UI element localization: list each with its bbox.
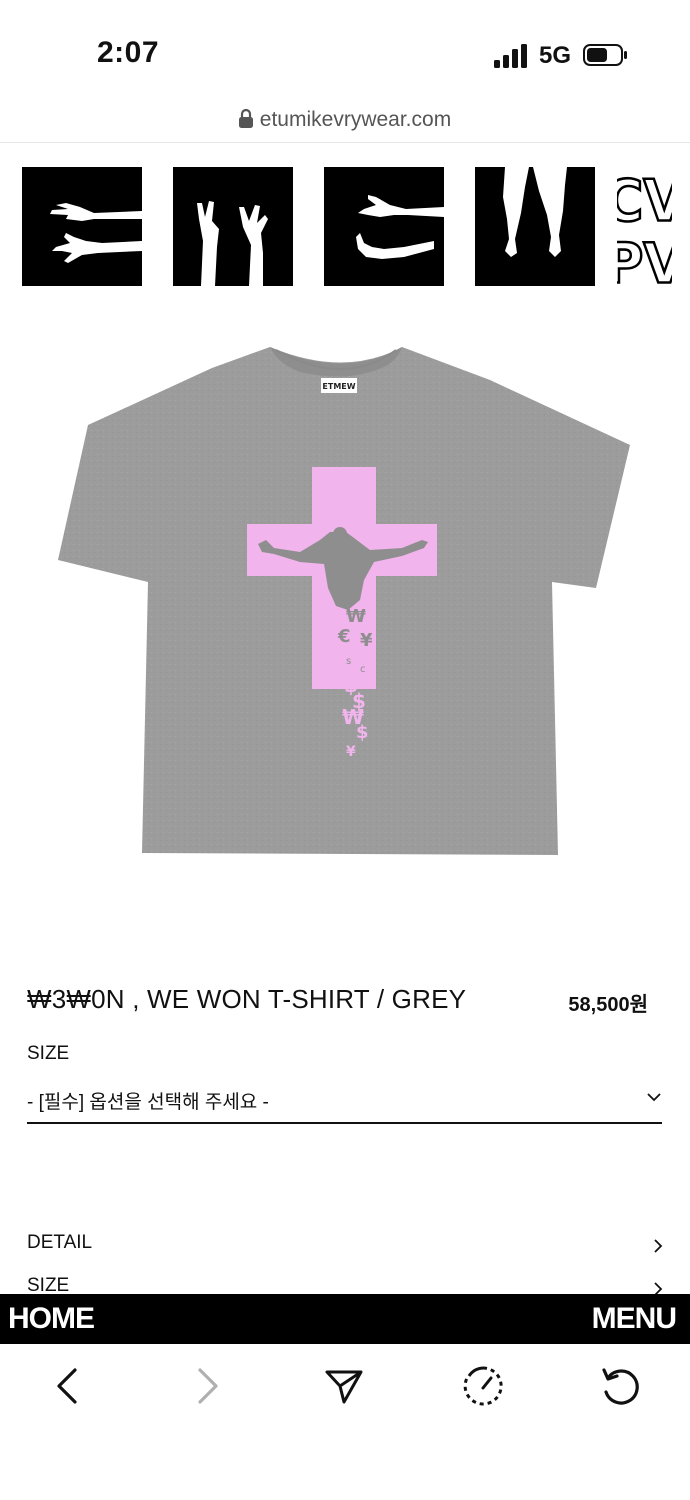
svg-text:₩: ₩ <box>346 606 366 627</box>
forward-button[interactable] <box>185 1364 229 1408</box>
size-select-value: - [필수] 옵션을 선택해 주세요 - <box>27 1092 269 1113</box>
battery-icon <box>583 44 627 66</box>
share-icon <box>325 1370 363 1404</box>
browser-toolbar <box>0 1346 690 1500</box>
forward-icon <box>198 1368 218 1404</box>
nav-tile-rock-hands[interactable] <box>173 167 293 286</box>
nav-tile-hands[interactable] <box>22 167 142 286</box>
speed-button[interactable] <box>461 1364 505 1408</box>
nav-tile-reaching-hands[interactable] <box>324 167 444 286</box>
svg-text:CV: CV <box>617 169 672 235</box>
lock-icon <box>238 108 253 128</box>
product-price: 58,500원 <box>568 994 648 1016</box>
reaching-hands-icon <box>356 195 444 259</box>
network-type: 5G <box>539 42 572 69</box>
svg-text:ETMEW: ETMEW <box>322 382 355 391</box>
pointing-hands-icon <box>50 203 142 263</box>
svg-text:$: $ <box>356 722 369 743</box>
size-option-label: SIZE <box>27 1043 70 1064</box>
speed-icon <box>463 1366 503 1406</box>
reload-icon <box>602 1368 639 1405</box>
svg-text:¥: ¥ <box>346 744 356 760</box>
product-image[interactable]: ETMEW ₩ € ¥ s c $ $ ₩ $ ¥ <box>30 320 660 880</box>
chevron-right-icon <box>654 1239 663 1253</box>
svg-text:s: s <box>346 656 351 667</box>
share-button[interactable] <box>322 1364 366 1408</box>
rock-hands-icon <box>197 201 268 286</box>
menu-link[interactable]: MENU <box>592 1302 677 1336</box>
site-bottom-bar: HOME MENU <box>0 1294 690 1344</box>
nav-tile-legs[interactable] <box>475 167 595 286</box>
status-bar: 2:07 5G <box>0 0 690 100</box>
reload-button[interactable] <box>598 1364 642 1408</box>
svg-text:PV: PV <box>617 231 672 289</box>
signal-icon <box>494 44 527 68</box>
back-button[interactable] <box>46 1364 90 1408</box>
size-select[interactable]: - [필수] 옵션을 선택해 주세요 - <box>27 1078 662 1124</box>
accordion-detail[interactable]: DETAIL <box>27 1232 664 1266</box>
browser-url-bar[interactable]: etumikevrywear.com <box>0 102 690 143</box>
url-text: etumikevrywear.com <box>259 108 452 131</box>
product-title: ₩3₩0N , WE WON T-SHIRT / GREY <box>27 984 467 1014</box>
svg-text:c: c <box>360 664 366 675</box>
cvpv-logo[interactable]: CV PV <box>617 164 672 289</box>
home-link[interactable]: HOME <box>8 1302 95 1336</box>
svg-text:€: € <box>337 626 351 647</box>
status-time: 2:07 <box>97 36 160 69</box>
back-icon <box>57 1368 77 1404</box>
chevron-down-icon <box>647 1093 661 1102</box>
legs-icon <box>503 167 567 257</box>
svg-text:¥: ¥ <box>360 630 373 651</box>
accordion-detail-label: DETAIL <box>27 1232 93 1253</box>
